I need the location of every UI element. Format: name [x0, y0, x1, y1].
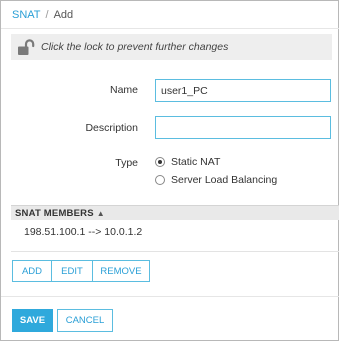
cancel-button[interactable]: CANCEL: [57, 309, 113, 332]
members-divider: [11, 251, 339, 252]
name-label: Name: [109, 84, 138, 96]
breadcrumb-current: Add: [53, 9, 74, 21]
snat-add-dialog: SNAT / Add Click the lock to prevent fur…: [0, 0, 339, 341]
remove-member-button[interactable]: REMOVE: [92, 260, 150, 282]
type-server-load-balancing-option[interactable]: Server Load Balancing: [155, 174, 277, 186]
footer-divider: [1, 296, 339, 297]
type-label: Type: [115, 157, 138, 169]
server-load-balancing-radio[interactable]: [155, 175, 165, 185]
edit-member-button[interactable]: EDIT: [51, 260, 93, 282]
save-button[interactable]: SAVE: [12, 309, 53, 332]
description-label: Description: [85, 122, 138, 134]
unlocked-padlock-icon[interactable]: [11, 34, 41, 60]
server-load-balancing-label: Server Load Balancing: [171, 174, 278, 186]
breadcrumb-separator: /: [45, 9, 49, 21]
add-member-button[interactable]: ADD: [12, 260, 52, 282]
snat-members-header: SNAT MEMBERS ▲: [11, 205, 339, 220]
lock-message: Click the lock to prevent further change…: [41, 41, 229, 53]
name-input[interactable]: [155, 79, 331, 102]
type-static-nat-option[interactable]: Static NAT: [155, 156, 220, 168]
breadcrumb-snat-link[interactable]: SNAT: [12, 9, 41, 21]
breadcrumb: SNAT / Add: [12, 9, 73, 21]
description-input[interactable]: [155, 116, 331, 139]
lock-bar: Click the lock to prevent further change…: [11, 34, 332, 60]
header-divider: [1, 28, 339, 29]
static-nat-radio[interactable]: [155, 157, 165, 167]
snat-members-column-title[interactable]: SNAT MEMBERS: [15, 208, 94, 219]
static-nat-label: Static NAT: [171, 156, 221, 168]
sort-ascending-icon[interactable]: ▲: [97, 209, 105, 218]
member-actions: ADD EDIT REMOVE: [12, 260, 150, 282]
table-row[interactable]: 198.51.100.1 --> 10.0.1.2: [11, 221, 339, 243]
